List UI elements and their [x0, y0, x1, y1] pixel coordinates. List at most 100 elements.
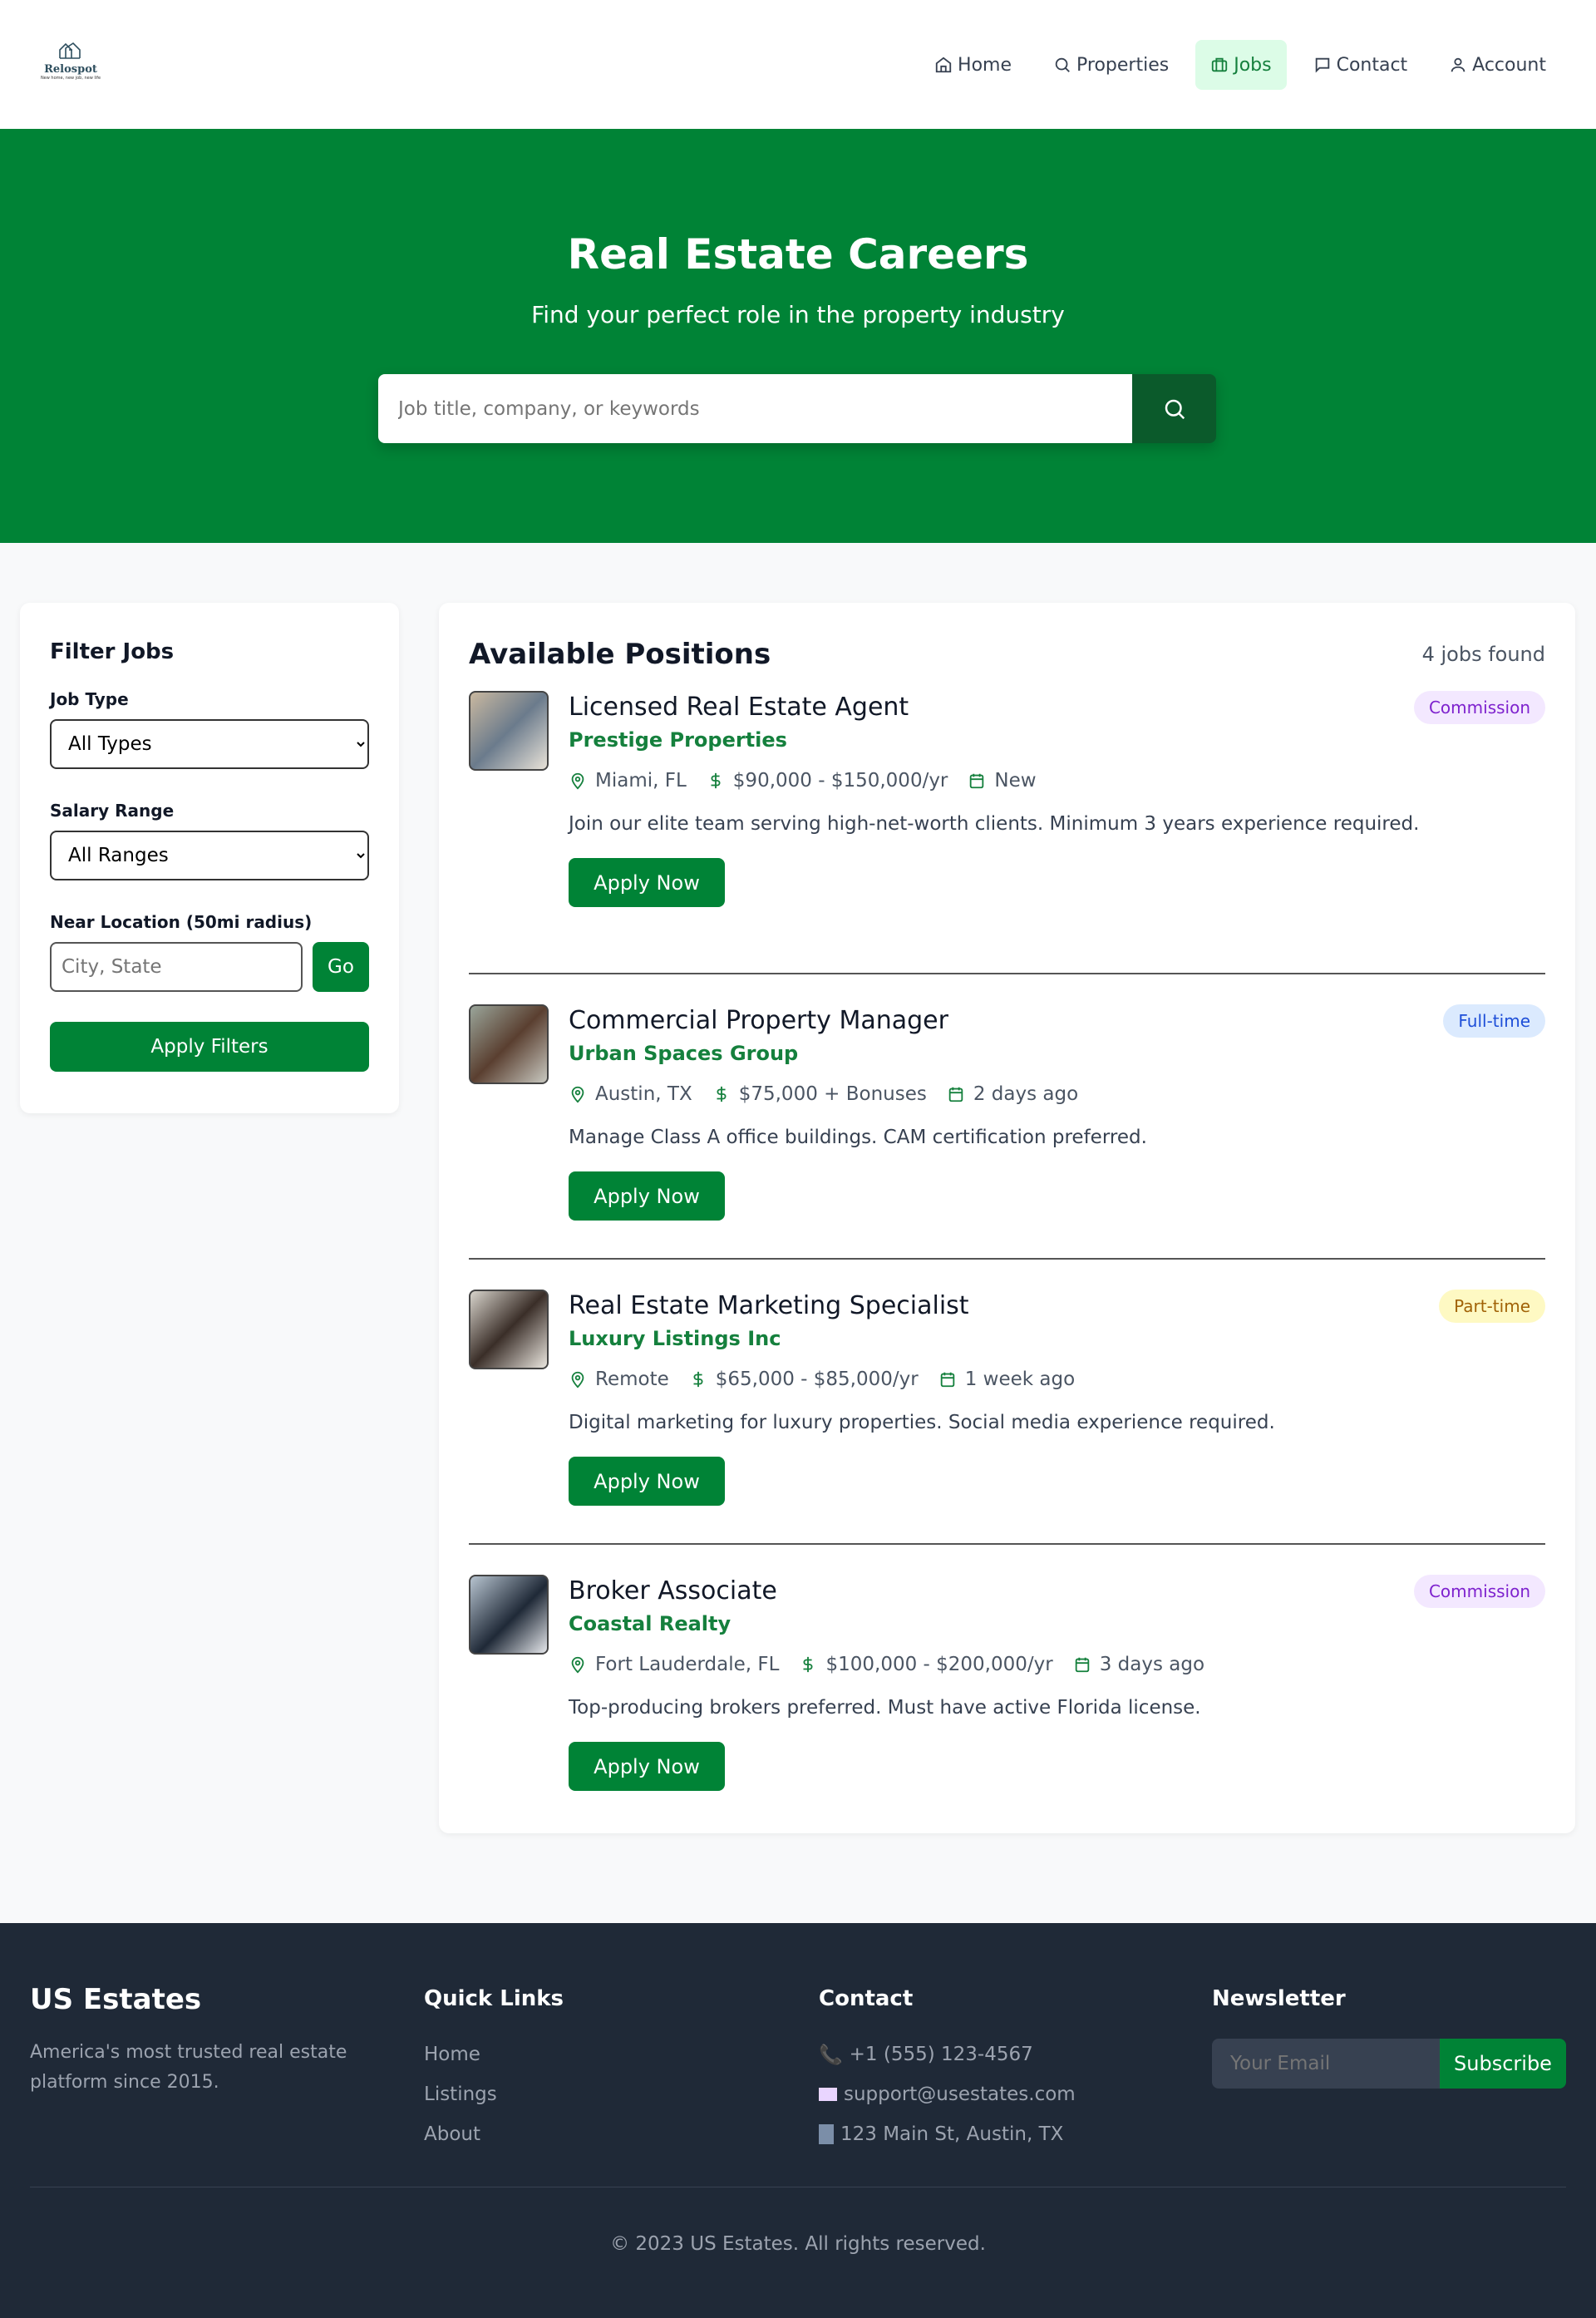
nav-properties-label: Properties [1076, 54, 1170, 76]
job-title[interactable]: Licensed Real Estate Agent [569, 693, 1545, 722]
nav-account-label: Account [1472, 54, 1546, 76]
apply-now-button[interactable]: Apply Now [569, 1171, 725, 1221]
job-description: Join our elite team serving high-net-wor… [569, 813, 1420, 835]
hero-title: Real Estate Careers [567, 230, 1029, 279]
nav-account[interactable]: Account [1434, 40, 1561, 90]
footer-phone[interactable]: 📞 +1 (555) 123-4567 [819, 2034, 1076, 2074]
hero-subtitle: Find your perfect role in the property i… [531, 301, 1065, 328]
footer-brand: US Estates [30, 1983, 202, 2016]
filter-title: Filter Jobs [50, 639, 175, 664]
job-posted: 3 days ago [1099, 1654, 1205, 1675]
job-type-badge: Commission [1413, 1575, 1545, 1608]
calendar-icon [940, 1372, 954, 1388]
filter-panel: Filter Jobs Job Type All Types Salary Ra… [20, 603, 399, 1113]
newsletter-email-input[interactable] [1212, 2039, 1440, 2089]
hero: Real Estate Careers Find your perfect ro… [0, 129, 1596, 543]
dollar-icon [803, 1656, 813, 1673]
job-company[interactable]: Urban Spaces Group [569, 1042, 1545, 1065]
job-posted: New [994, 770, 1037, 792]
search-button[interactable] [1132, 374, 1216, 443]
job-type-badge: Full-time [1443, 1004, 1545, 1038]
footer-link-about[interactable]: About [424, 2114, 564, 2154]
job-search-input[interactable] [378, 374, 1132, 443]
job-location: Miami, FL [595, 770, 687, 792]
user-icon [1451, 57, 1465, 72]
apply-now-button[interactable]: Apply Now [569, 1742, 725, 1791]
nav-home-label: Home [958, 54, 1012, 76]
search-icon [1055, 57, 1070, 72]
logo-tagline: New home, new job, new life [40, 76, 101, 81]
job-image [469, 691, 549, 771]
address-text: 123 Main St, Austin, TX [840, 2123, 1064, 2145]
job-title[interactable]: Broker Associate [569, 1576, 1545, 1605]
job-image [469, 1290, 549, 1369]
location-pin-icon [571, 1086, 584, 1103]
job-description: Digital marketing for luxury properties.… [569, 1412, 1275, 1433]
newsletter-title: Newsletter [1212, 1986, 1346, 2011]
location-input[interactable] [50, 942, 303, 992]
job-description: Top-producing brokers preferred. Must ha… [569, 1697, 1201, 1719]
footer-link-listings[interactable]: Listings [424, 2074, 564, 2114]
job-image [469, 1004, 549, 1084]
subscribe-button[interactable]: Subscribe [1440, 2039, 1566, 2089]
job-posted: 2 days ago [973, 1083, 1079, 1105]
envelope-icon [819, 2088, 837, 2101]
house-logo-icon [59, 42, 81, 59]
apply-filters-button[interactable]: Apply Filters [50, 1022, 369, 1072]
logo[interactable]: Relospot New home, new job, new life [33, 42, 108, 81]
jobs-title: Available Positions [469, 638, 771, 671]
location-pin-icon [571, 1656, 584, 1674]
calendar-icon [1075, 1657, 1089, 1673]
job-title[interactable]: Commercial Property Manager [569, 1006, 1545, 1035]
nav-jobs[interactable]: Jobs [1195, 40, 1287, 90]
nav-home[interactable]: Home [919, 40, 1027, 90]
dollar-icon [711, 772, 721, 789]
job-type-badge: Part-time [1439, 1290, 1545, 1323]
footer: US Estates America's most trusted real e… [0, 1923, 1596, 2318]
job-salary: $65,000 - $85,000/yr [715, 1369, 919, 1390]
footer-about: America's most trusted real estate platf… [30, 2042, 347, 2093]
job-salary: $90,000 - $150,000/yr [732, 770, 948, 792]
job-location: Remote [595, 1369, 669, 1390]
job-salary: $75,000 + Bonuses [738, 1083, 927, 1105]
job-type-badge: Commission [1413, 691, 1545, 724]
calendar-icon [970, 773, 984, 789]
phone-text: +1 (555) 123-4567 [849, 2044, 1033, 2065]
dollar-icon [717, 1086, 727, 1102]
copyright: © 2023 US Estates. All rights reserved. [610, 2233, 986, 2255]
briefcase-icon [1212, 57, 1228, 72]
building-icon [819, 2124, 834, 2144]
salary-select[interactable]: All Ranges [50, 831, 369, 880]
job-location: Fort Lauderdale, FL [595, 1654, 780, 1675]
footer-email[interactable]: support@usestates.com [819, 2074, 1076, 2114]
apply-now-button[interactable]: Apply Now [569, 858, 725, 907]
job-company[interactable]: Prestige Properties [569, 728, 1545, 752]
go-button[interactable]: Go [313, 942, 369, 992]
nav-contact[interactable]: Contact [1298, 40, 1423, 90]
salary-label: Salary Range [50, 801, 175, 821]
home-icon [935, 57, 952, 73]
job-type-label: Job Type [50, 689, 129, 709]
logo-brand: Relospot [44, 63, 97, 76]
nav-properties[interactable]: Properties [1038, 40, 1184, 90]
job-card: Commercial Property Manager Urban Spaces… [469, 974, 1545, 1260]
job-salary: $100,000 - $200,000/yr [825, 1654, 1053, 1675]
footer-link-home[interactable]: Home [424, 2034, 564, 2074]
email-text: support@usestates.com [844, 2084, 1076, 2105]
newsletter-form: Subscribe [1212, 2039, 1566, 2089]
job-title[interactable]: Real Estate Marketing Specialist [569, 1291, 1545, 1320]
quick-links-title: Quick Links [424, 1986, 564, 2011]
job-card: Real Estate Marketing Specialist Luxury … [469, 1260, 1545, 1545]
job-location: Austin, TX [595, 1083, 692, 1105]
job-type-select[interactable]: All Types [50, 719, 369, 769]
contact-title: Contact [819, 1986, 914, 2011]
job-company[interactable]: Coastal Realty [569, 1612, 1545, 1635]
nav-contact-label: Contact [1336, 54, 1408, 76]
location-pin-icon [571, 772, 584, 790]
nav-jobs-label: Jobs [1234, 54, 1272, 76]
job-card: Licensed Real Estate Agent Prestige Prop… [469, 689, 1545, 974]
apply-now-button[interactable]: Apply Now [569, 1457, 725, 1506]
job-company[interactable]: Luxury Listings Inc [569, 1327, 1545, 1350]
jobs-count: 4 jobs found [1421, 643, 1545, 666]
phone-icon: 📞 [819, 2044, 843, 2066]
